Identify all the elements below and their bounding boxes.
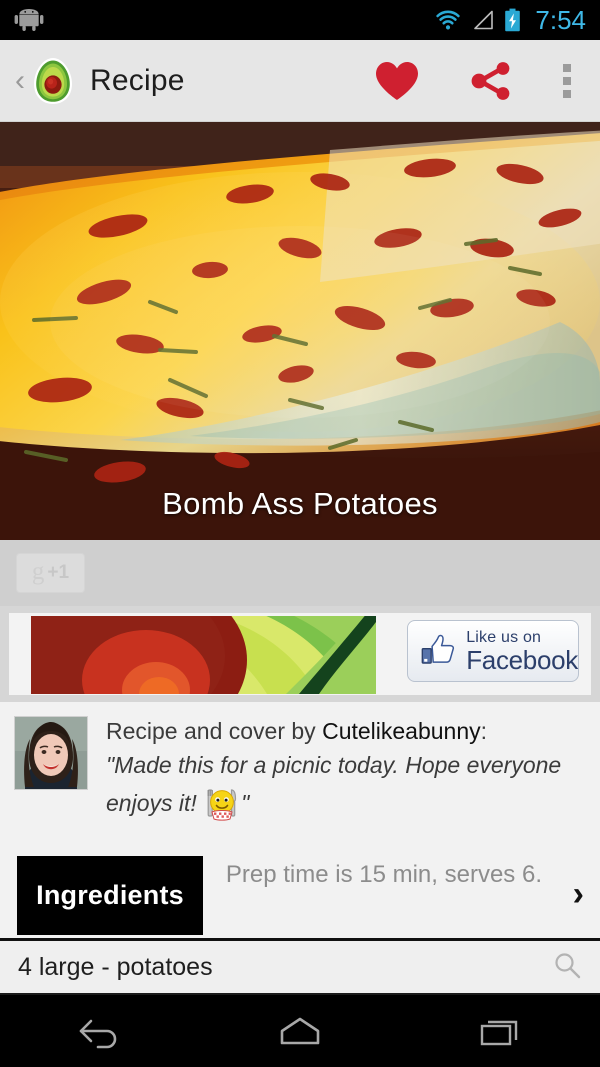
- status-bar-clock: 7:54: [535, 5, 586, 35]
- action-bar: ‹ Recipe: [0, 40, 600, 122]
- author-quote-close: ": [241, 790, 250, 816]
- action-bar-buttons: [366, 51, 582, 111]
- ad-banner-content: Like us on Facebook: [9, 613, 591, 695]
- recipe-photo: [0, 122, 600, 540]
- user-avatar-image: [15, 717, 87, 789]
- phone-screen: 7:54 ‹ Recipe Bomb Ass Potatoes g +1 Lik…: [0, 0, 600, 1067]
- author-text: Recipe and cover by Cutelikeabunny: "Mad…: [106, 716, 586, 847]
- ingredient-text: 4 large - potatoes: [18, 952, 213, 981]
- search-icon[interactable]: [552, 950, 582, 985]
- status-bar: 7:54: [0, 0, 600, 40]
- system-navigation-bar: [0, 995, 600, 1067]
- recipe-title-overlay: Bomb Ass Potatoes: [162, 486, 438, 521]
- chevron-right-icon[interactable]: ›: [573, 877, 584, 911]
- cell-signal-icon: [474, 10, 494, 30]
- nav-back-icon: [79, 1019, 117, 1049]
- avocado-logo-icon[interactable]: [30, 56, 76, 106]
- status-bar-system-icons: 7:54: [434, 7, 586, 33]
- smiley-eating-emoji: [207, 789, 237, 821]
- credit-suffix: :: [480, 718, 488, 744]
- google-g-icon: g: [31, 557, 45, 585]
- recipe-credit-line: Recipe and cover by Cutelikeabunny:: [106, 716, 586, 746]
- thumbs-up-icon: [421, 634, 455, 664]
- android-robot-icon: [14, 9, 44, 31]
- facebook-line-2: Facebook: [466, 644, 578, 675]
- status-bar-notifications: [14, 9, 44, 31]
- wifi-icon: [436, 10, 461, 30]
- recipe-meta-text: Prep time is 15 min, serves 6.: [225, 861, 542, 888]
- favorite-button[interactable]: [366, 51, 428, 111]
- author-quote: "Made this for a picnic today. Hope ever…: [106, 746, 586, 822]
- share-button[interactable]: [460, 51, 522, 111]
- author-credit-block: Recipe and cover by Cutelikeabunny: "Mad…: [0, 702, 600, 847]
- nav-home-button[interactable]: [200, 1011, 400, 1051]
- nav-home-icon: [280, 1017, 320, 1045]
- tab-ingredients[interactable]: Ingredients: [17, 856, 203, 935]
- avatar[interactable]: [14, 716, 88, 790]
- recipe-hero-image[interactable]: Bomb Ass Potatoes: [0, 122, 600, 540]
- page-title: Recipe: [90, 63, 185, 97]
- facebook-like-button[interactable]: Like us on Facebook: [407, 620, 579, 682]
- google-plus-strip: g +1: [0, 540, 600, 606]
- ad-banner[interactable]: Like us on Facebook: [0, 606, 600, 702]
- heart-icon: [376, 61, 418, 100]
- nav-recents-button[interactable]: [400, 1011, 600, 1051]
- plus-one-label: +1: [47, 562, 70, 583]
- credit-prefix: Recipe and cover by: [106, 718, 323, 744]
- facebook-button-text: Like us on Facebook: [466, 628, 578, 675]
- battery-charging-icon: [505, 8, 521, 32]
- nav-back-button[interactable]: [0, 1011, 200, 1051]
- google-plus-one-button[interactable]: g +1: [16, 553, 85, 593]
- nav-recents-icon: [480, 1020, 518, 1046]
- back-chevron-icon[interactable]: ‹: [12, 65, 28, 96]
- avocado-slice-banner-art: [31, 616, 376, 694]
- overflow-menu-button[interactable]: [552, 51, 582, 111]
- recipe-tab-strip: Ingredients Prep time is 15 min, serves …: [0, 847, 600, 941]
- facebook-line-1: Like us on: [466, 628, 542, 646]
- share-icon: [471, 61, 510, 100]
- author-quote-text: "Made this for a picnic today. Hope ever…: [106, 752, 562, 816]
- overflow-menu-icon: [563, 63, 571, 98]
- author-username[interactable]: Cutelikeabunny: [322, 718, 481, 744]
- ingredient-row[interactable]: 4 large - potatoes: [0, 941, 600, 995]
